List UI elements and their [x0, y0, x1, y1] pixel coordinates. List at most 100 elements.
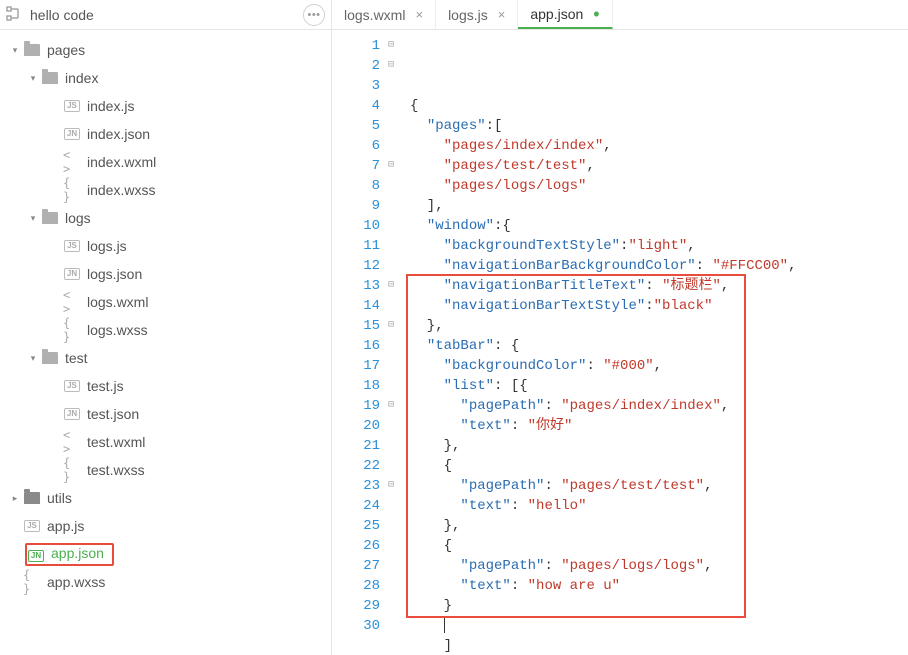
tree-view-icon — [6, 6, 24, 24]
tree-item-index-wxml[interactable]: < > index.wxml — [0, 148, 331, 176]
tab-logs-wxml[interactable]: logs.wxml × — [332, 0, 436, 29]
code-line[interactable]: "navigationBarBackgroundColor": "#FFCC00… — [410, 256, 908, 276]
js-file-icon: JS — [23, 518, 41, 534]
project-title: hello code — [30, 7, 303, 23]
tree-item-test-wxss[interactable]: { }test.wxss — [0, 456, 331, 484]
code-line[interactable]: }, — [410, 316, 908, 336]
code-line[interactable]: "backgroundTextStyle":"light", — [410, 236, 908, 256]
wxml-file-icon: < > — [63, 294, 81, 310]
code-line[interactable]: { — [410, 536, 908, 556]
code-line[interactable]: ], — [410, 196, 908, 216]
tab-logs-js[interactable]: logs.js× — [436, 0, 518, 29]
tree-item-label: logs.wxml — [87, 294, 148, 310]
line-gutter: 1⊟2⊟34567⊟8910111213⊟1415⊟16171819⊟20212… — [332, 30, 404, 655]
tree-item-label: test.json — [87, 406, 139, 422]
close-tab-icon[interactable]: × — [415, 7, 423, 22]
line-number: 22 — [332, 456, 400, 476]
line-number: 28 — [332, 576, 400, 596]
code-line[interactable]: { — [410, 456, 908, 476]
code-content[interactable]: { "pages":[ "pages/index/index", "pages/… — [404, 30, 908, 655]
tree-item-label: logs.js — [87, 238, 127, 254]
tree-item-app-json[interactable]: JNapp.json — [0, 540, 331, 568]
fold-toggle-icon[interactable]: ⊟ — [386, 476, 396, 496]
editor-tabs: logs.wxml×logs.js×app.json• — [332, 0, 908, 30]
fold-toggle-icon[interactable]: ⊟ — [386, 156, 396, 176]
json-file-icon: JN — [63, 126, 81, 142]
code-line[interactable]: "pages":[ — [410, 116, 908, 136]
line-number: 1⊟ — [332, 36, 400, 56]
code-line[interactable]: "navigationBarTextStyle":"black" — [410, 296, 908, 316]
tree-item-test[interactable]: ▾ test — [0, 344, 331, 372]
tree-item-label: test.wxss — [87, 462, 145, 478]
chevron-icon: ▾ — [28, 73, 38, 84]
line-number: 8 — [332, 176, 400, 196]
tab-app-json[interactable]: app.json• — [518, 0, 612, 29]
tree-item-logs-js[interactable]: JSlogs.js — [0, 232, 331, 260]
tree-item-logs-json[interactable]: JNlogs.json — [0, 260, 331, 288]
tree-item-logs-wxss[interactable]: { }logs.wxss — [0, 316, 331, 344]
chevron-icon: ▾ — [28, 353, 38, 364]
line-number: 15⊟ — [332, 316, 400, 336]
code-line[interactable]: { — [410, 96, 908, 116]
code-line[interactable]: }, — [410, 516, 908, 536]
line-number: 4 — [332, 96, 400, 116]
fold-toggle-icon[interactable]: ⊟ — [386, 36, 396, 56]
code-line[interactable]: ] — [410, 636, 908, 655]
tree-item-label: test.js — [87, 378, 124, 394]
tree-item-test-json[interactable]: JNtest.json — [0, 400, 331, 428]
tree-item-label: index.wxml — [87, 154, 156, 170]
tree-item-index-js[interactable]: JSindex.js — [0, 92, 331, 120]
code-line[interactable]: "backgroundColor": "#000", — [410, 356, 908, 376]
tree-item-test-wxml[interactable]: < >test.wxml — [0, 428, 331, 456]
tree-item-utils[interactable]: ▸utils — [0, 484, 331, 512]
chevron-icon: ▾ — [28, 213, 38, 224]
more-button[interactable]: ••• — [303, 4, 325, 26]
code-line[interactable]: "navigationBarTitleText": "标题栏", — [410, 276, 908, 296]
code-line[interactable] — [410, 616, 908, 636]
code-line[interactable]: "window":{ — [410, 216, 908, 236]
line-number: 2⊟ — [332, 56, 400, 76]
code-line[interactable]: "text": "hello" — [410, 496, 908, 516]
code-line[interactable]: "pages/logs/logs" — [410, 176, 908, 196]
tree-item-test-js[interactable]: JStest.js — [0, 372, 331, 400]
code-line[interactable]: "pages/index/index", — [410, 136, 908, 156]
wxml-file-icon: < > — [63, 154, 81, 170]
line-number: 17 — [332, 356, 400, 376]
code-line[interactable]: "text": "你好" — [410, 416, 908, 436]
code-line[interactable]: "pagePath": "pages/test/test", — [410, 476, 908, 496]
tree-item-logs[interactable]: ▾logs — [0, 204, 331, 232]
tree-item-label: test — [65, 350, 88, 366]
code-line[interactable]: } — [410, 596, 908, 616]
code-line[interactable]: "pagePath": "pages/index/index", — [410, 396, 908, 416]
tab-label: logs.wxml — [344, 7, 405, 23]
tree-item-index[interactable]: ▾index — [0, 64, 331, 92]
code-line[interactable]: }, — [410, 436, 908, 456]
line-number: 18 — [332, 376, 400, 396]
line-number: 3 — [332, 76, 400, 96]
code-line[interactable]: "pages/test/test", — [410, 156, 908, 176]
fold-toggle-icon[interactable]: ⊟ — [386, 316, 396, 336]
tab-label: app.json — [530, 6, 583, 22]
code-line[interactable]: "tabBar": { — [410, 336, 908, 356]
tree-item-app-wxss[interactable]: { }app.wxss — [0, 568, 331, 596]
wxss-file-icon: { } — [23, 574, 41, 590]
text-cursor — [444, 617, 445, 633]
sidebar-header: hello code ••• — [0, 0, 331, 30]
fold-toggle-icon[interactable]: ⊟ — [386, 56, 396, 76]
fold-toggle-icon[interactable]: ⊟ — [386, 276, 396, 296]
tree-item-app-js[interactable]: JSapp.js — [0, 512, 331, 540]
close-tab-icon[interactable]: × — [498, 7, 506, 22]
tree-item-index-wxss[interactable]: { }index.wxss — [0, 176, 331, 204]
code-area[interactable]: 1⊟2⊟34567⊟8910111213⊟1415⊟16171819⊟20212… — [332, 30, 908, 655]
line-number: 19⊟ — [332, 396, 400, 416]
tree-item-pages[interactable]: ▾pages — [0, 36, 331, 64]
fold-toggle-icon[interactable]: ⊟ — [386, 396, 396, 416]
line-number: 30 — [332, 616, 400, 636]
code-line[interactable]: "list": [{ — [410, 376, 908, 396]
tree-item-logs-wxml[interactable]: < > logs.wxml — [0, 288, 331, 316]
code-line[interactable]: "text": "how are u" — [410, 576, 908, 596]
js-file-icon: JS — [63, 98, 81, 114]
line-number: 6 — [332, 136, 400, 156]
tree-item-index-json[interactable]: JNindex.json — [0, 120, 331, 148]
code-line[interactable]: "pagePath": "pages/logs/logs", — [410, 556, 908, 576]
